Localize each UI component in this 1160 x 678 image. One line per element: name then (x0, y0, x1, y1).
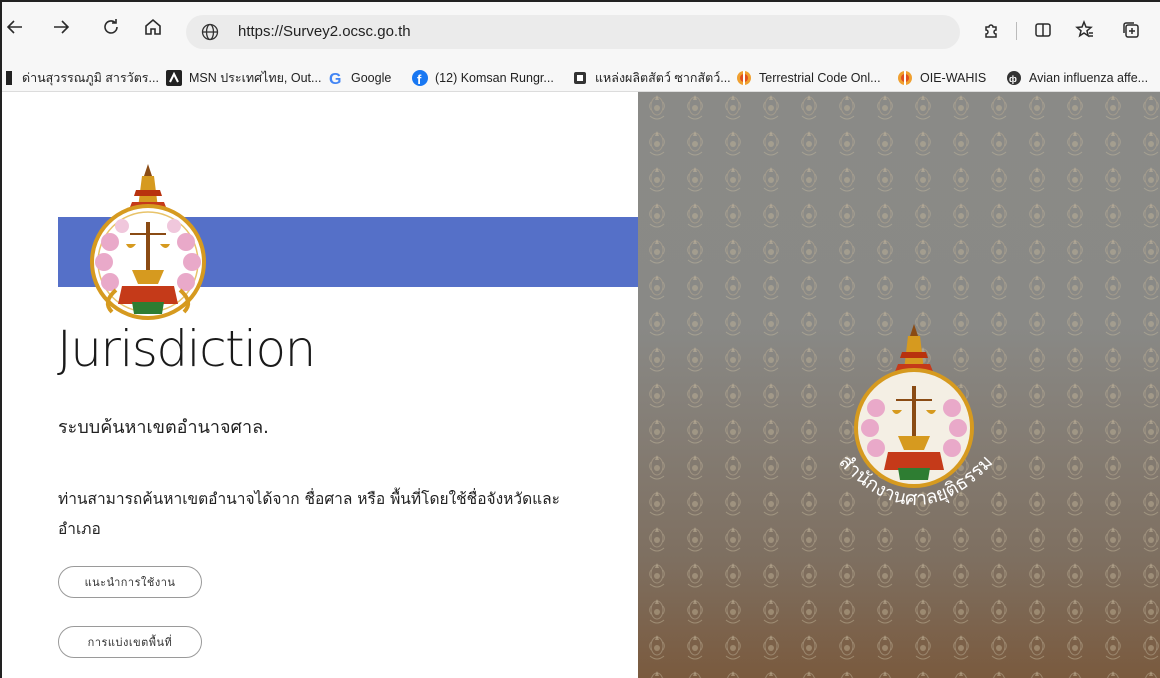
page-description: ท่านสามารถค้นหาเขตอำนาจได้จาก ชื่อศาล หร… (58, 490, 560, 538)
toolbar-separator (1016, 22, 1017, 40)
bookmark-item[interactable]: MSN ประเทศไทย, Out... (166, 68, 321, 88)
court-emblem-icon (90, 164, 206, 320)
bookmark-label: OIE-WAHIS (920, 71, 987, 85)
refresh-icon[interactable] (96, 12, 126, 42)
svg-text:ф: ф (1009, 74, 1017, 84)
user-guide-button[interactable]: แนะนำการใช้งาน (58, 566, 202, 598)
extensions-icon[interactable] (978, 17, 1004, 43)
browser-toolbar: https://Survey2.ocsc.go.th (0, 0, 1160, 64)
woah-icon (897, 70, 913, 86)
bookmark-item[interactable]: แหล่งผลิตสัตว์ ซากสัตว์... (572, 68, 731, 88)
split-screen-icon[interactable] (1030, 17, 1056, 43)
bookmark-item[interactable]: ф Avian influenza affe... (1006, 68, 1148, 88)
bookmark-label: (12) Komsan Rungr... (435, 71, 554, 85)
bookmark-label: MSN ประเทศไทย, Out... (189, 71, 322, 85)
globe-icon (201, 23, 219, 41)
facebook-icon: f (412, 70, 428, 86)
bookmark-label: Avian influenza affe... (1029, 71, 1149, 85)
bookmark-label: Google (351, 71, 392, 85)
seal-text: สำนักงานศาลยุติธรรม (835, 451, 998, 511)
back-arrow-icon[interactable] (0, 12, 30, 42)
bookmark-item[interactable]: G Google (328, 68, 391, 88)
woah-icon (736, 70, 752, 86)
bookmark-label: แหล่งผลิตสัตว์ ซากสัตว์... (595, 71, 731, 85)
page-title: Jurisdiction (57, 320, 316, 378)
google-icon: G (328, 70, 344, 86)
svg-text:G: G (329, 71, 341, 86)
folder-icon (6, 70, 12, 86)
bookmark-item[interactable]: ด่านสุวรรณภูมิ สารวัตร... (6, 68, 159, 88)
address-bar[interactable]: https://Survey2.ocsc.go.th (186, 15, 960, 49)
site-icon: ф (1006, 70, 1022, 86)
page-subtitle: ระบบค้นหาเขตอำนาจศาล. (58, 417, 269, 438)
home-icon[interactable] (138, 12, 168, 42)
url-text: https://Survey2.ocsc.go.th (238, 23, 411, 40)
msn-icon (166, 70, 182, 86)
site-icon (572, 70, 588, 86)
bookmark-item[interactable]: OIE-WAHIS (897, 68, 986, 88)
hero-image-panel: สำนักงานศาลยุติธรรม (638, 92, 1160, 678)
bookmarks-bar: ด่านสุวรรณภูมิ สารวัตร... MSN ประเทศไทย,… (0, 64, 1160, 92)
intro-panel: Jurisdiction ระบบค้นหาเขตอำนาจศาล. ท่านส… (2, 92, 638, 678)
collections-icon[interactable] (1118, 17, 1144, 43)
seal-label: สำนักงานศาลยุติธรรม (835, 451, 998, 511)
svg-text:f: f (417, 72, 422, 86)
svg-text:สำนักงานศาลยุติธรรม: สำนักงานศาลยุติธรรม (835, 451, 998, 511)
bookmark-label: Terrestrial Code Onl... (759, 71, 881, 85)
bookmark-item[interactable]: f (12) Komsan Rungr... (412, 68, 554, 88)
bookmark-item[interactable]: Terrestrial Code Onl... (736, 68, 881, 88)
favorites-icon[interactable] (1072, 17, 1098, 43)
forward-arrow-icon[interactable] (46, 12, 76, 42)
area-division-button[interactable]: การแบ่งเขตพื้นที่ (58, 626, 202, 658)
bookmark-label: ด่านสุวรรณภูมิ สารวัตร... (22, 71, 159, 85)
